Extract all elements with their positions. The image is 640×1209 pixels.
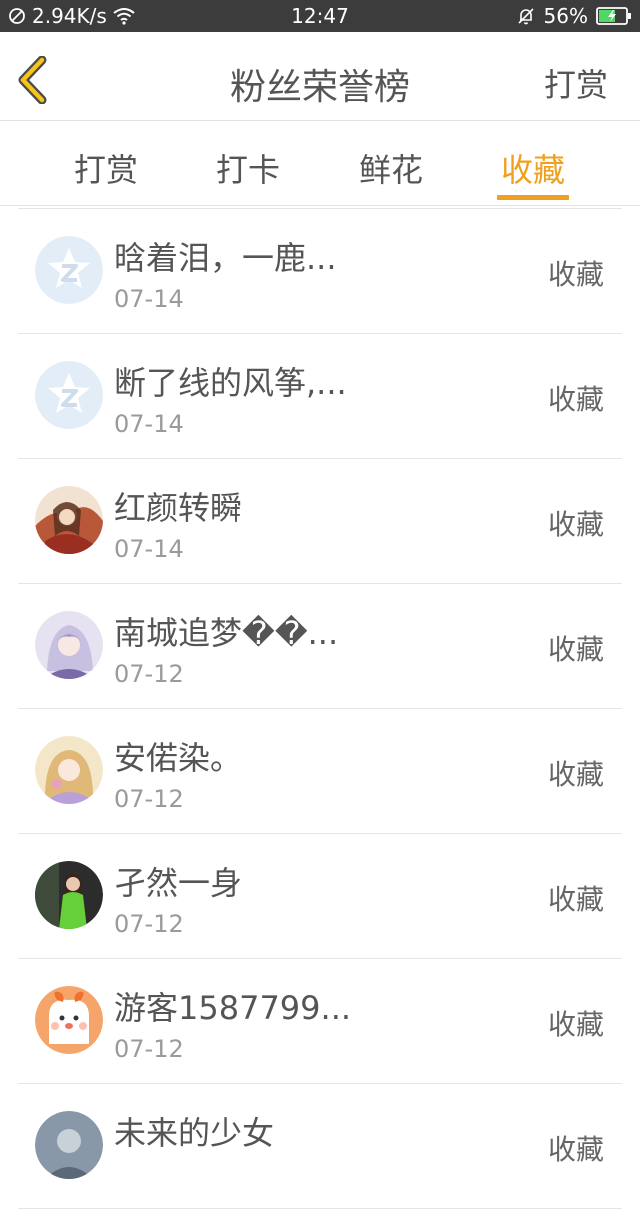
status-right: 56% (516, 4, 632, 28)
item-action-label: 收藏 (547, 883, 604, 916)
list-item[interactable]: 孑然一身 07-12 收藏 (18, 834, 622, 959)
item-action-label: 收藏 (547, 258, 604, 291)
item-action-label: 收藏 (547, 383, 604, 416)
user-name: 红颜转瞬 (114, 489, 243, 527)
list-item[interactable]: 断了线的风筝,... 07-14 收藏 (18, 334, 622, 459)
item-action-label: 收藏 (547, 758, 604, 791)
tab-bar: 打赏 打卡 鲜花 收藏 (0, 121, 640, 206)
list-item[interactable]: 晗着泪，一鹿... 07-14 收藏 (18, 209, 622, 334)
reward-button[interactable]: 打赏 (544, 60, 608, 106)
item-date: 07-14 (114, 535, 184, 563)
list-item[interactable]: 安偌染。 07-12 收藏 (18, 709, 622, 834)
item-date: 07-12 (114, 910, 184, 938)
active-tab-indicator (497, 195, 569, 200)
tab-reward[interactable]: 打赏 (56, 145, 156, 191)
user-name: 游客1587799... (114, 989, 352, 1027)
user-avatar (35, 861, 103, 929)
item-date: 07-12 (114, 785, 184, 813)
tab-checkin[interactable]: 打卡 (198, 145, 298, 191)
item-action-label: 收藏 (547, 1133, 604, 1166)
tab-favorites[interactable]: 收藏 (483, 145, 583, 191)
default-avatar-icon (35, 361, 103, 429)
battery-charging-icon (596, 6, 632, 26)
user-name: 断了线的风筝,... (114, 364, 347, 402)
item-action-label: 收藏 (547, 633, 604, 666)
user-name: 孑然一身 (114, 864, 243, 902)
back-button[interactable] (14, 55, 54, 105)
tab-flowers[interactable]: 鲜花 (341, 145, 441, 191)
user-avatar (35, 486, 103, 554)
user-name: 南城追梦��... (114, 614, 339, 652)
list-item[interactable]: 未来的少女 收藏 (18, 1084, 622, 1209)
user-avatar (35, 986, 103, 1054)
list-item[interactable]: 红颜转瞬 07-14 收藏 (18, 459, 622, 584)
user-name: 安偌染。 (114, 739, 243, 777)
list-item[interactable]: 游客1587799... 07-12 收藏 (18, 959, 622, 1084)
user-avatar (35, 1111, 103, 1179)
user-name: 晗着泪，一鹿... (114, 239, 337, 277)
chevron-left-icon (18, 55, 47, 105)
default-avatar-icon (35, 236, 103, 304)
item-action-label: 收藏 (547, 1008, 604, 1041)
item-date: 07-12 (114, 660, 184, 688)
nav-bar: 粉丝荣誉榜 打赏 (0, 32, 640, 121)
status-bar: 2.94K/s 12:47 56% (0, 0, 640, 32)
mute-bell-icon (516, 6, 536, 26)
list-item[interactable]: 南城追梦��... 07-12 收藏 (18, 584, 622, 709)
fan-list: 晗着泪，一鹿... 07-14 收藏 断了线的风筝,... 07-14 收藏 红… (18, 208, 622, 1209)
user-name: 未来的少女 (114, 1114, 275, 1152)
user-avatar (35, 611, 103, 679)
user-avatar (35, 736, 103, 804)
battery-percent: 56% (543, 4, 588, 28)
item-date: 07-12 (114, 1035, 184, 1063)
item-action-label: 收藏 (547, 508, 604, 541)
item-date: 07-14 (114, 285, 184, 313)
item-date: 07-14 (114, 410, 184, 438)
